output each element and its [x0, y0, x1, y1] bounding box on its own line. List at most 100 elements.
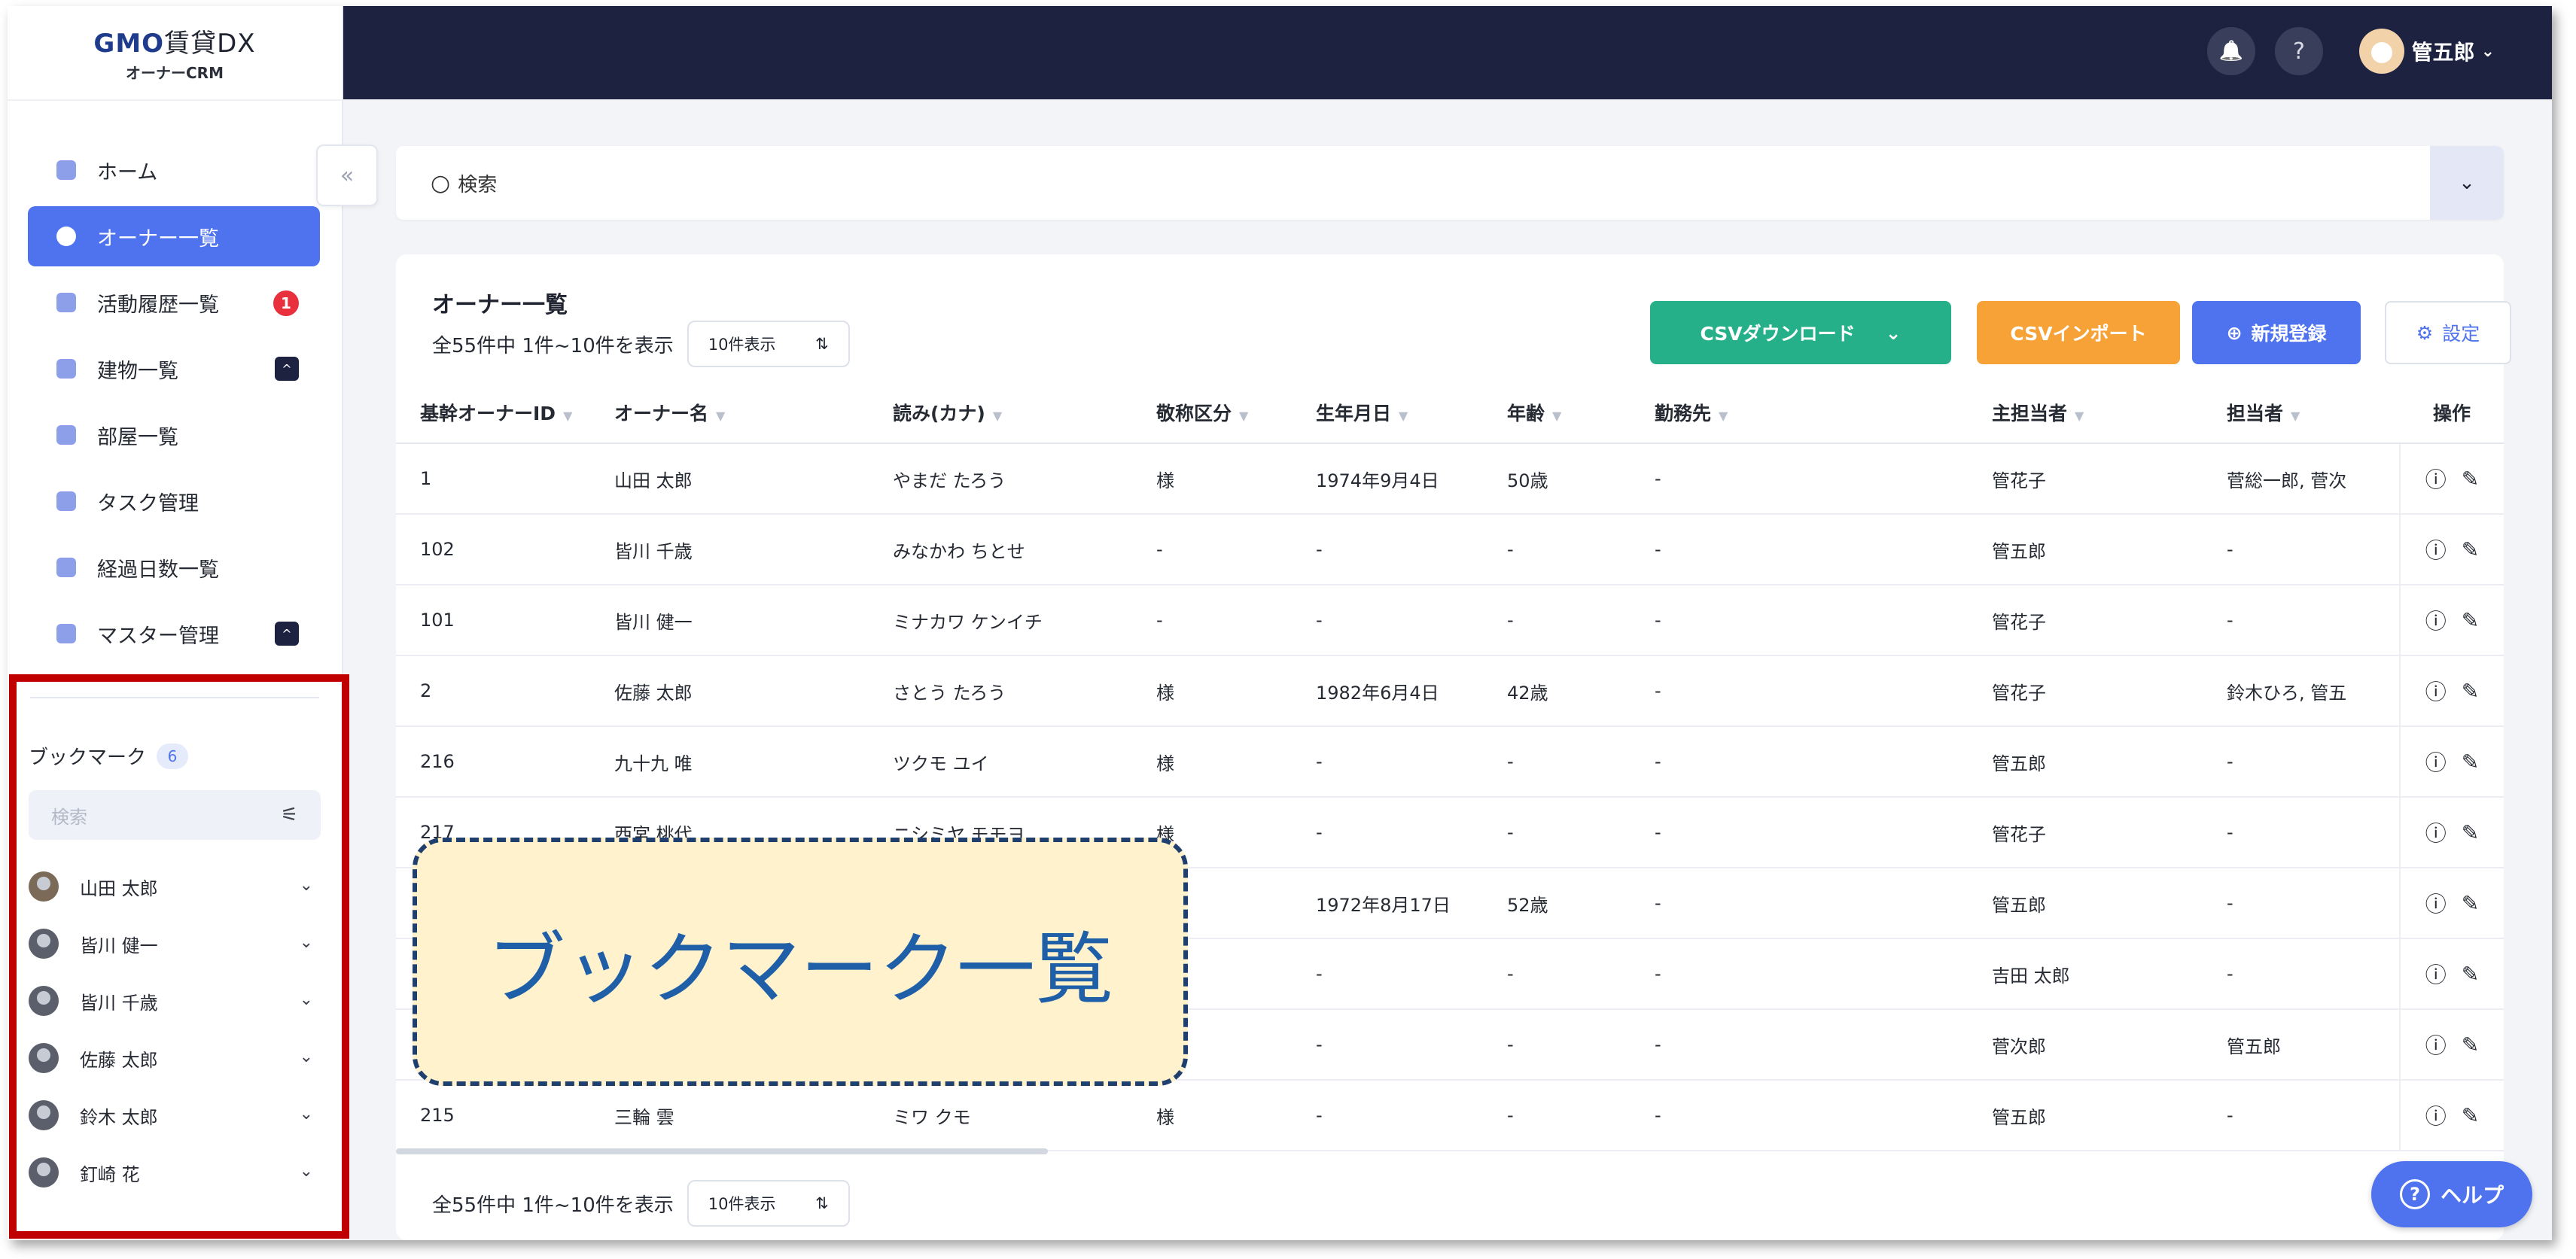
column-header[interactable]: 担当者 ▼ — [2227, 382, 2400, 444]
bookmark-list-callout: ブックマーク一覧 — [413, 838, 1188, 1086]
sort-icon: ▼ — [563, 409, 573, 423]
app-logo[interactable]: GMO賃貸DX オーナーCRM — [8, 6, 342, 101]
bell-button[interactable]: 🔔 — [2207, 27, 2255, 75]
edit-icon[interactable]: ✎ — [2462, 679, 2479, 704]
settings-button[interactable]: ⚙ 設定 — [2385, 301, 2511, 364]
table-cell: 様 — [1156, 1080, 1316, 1151]
sidebar-item-home[interactable]: ホーム — [28, 140, 320, 200]
table-row[interactable]: 2 佐藤 太郎 さとう たろう様 1982年6月4日 42歳 - 管花子 鈴木ひろ, 管五 ⓘ ✎ — [396, 655, 2504, 727]
edit-icon[interactable]: ✎ — [2462, 820, 2479, 845]
chevron-up-icon[interactable]: ^ — [275, 357, 299, 381]
avatar — [2358, 29, 2404, 74]
result-count-text: 全55件中 1件~10件を表示 — [432, 1194, 674, 1217]
result-count-bottom: 全55件中 1件~10件を表示 10件表示 ⇅ — [432, 1180, 850, 1227]
chevron-down-icon: ⌄ — [1885, 321, 1902, 344]
table-row[interactable]: 101 皆川 健一 ミナカワ ケンイチ - - - - 管花子 - ⓘ ✎ — [396, 585, 2504, 656]
document-icon — [56, 293, 76, 312]
column-header[interactable]: 主担当者 ▼ — [1992, 382, 2227, 444]
sidebar-item-activity-history[interactable]: 活動履歴一覧 1 — [28, 272, 320, 333]
top-header: 🔔 ? 管五郎 ⌄ — [343, 6, 2552, 99]
gear-icon: ⚙ — [2416, 321, 2434, 344]
info-icon[interactable]: ⓘ — [2425, 676, 2447, 706]
new-register-label: 新規登録 — [2251, 323, 2327, 345]
edit-icon[interactable]: ✎ — [2462, 608, 2479, 633]
row-actions: ⓘ ✎ — [2399, 443, 2504, 515]
table-cell: ミナカワ ケンイチ — [893, 585, 1156, 656]
sidebar-item-owners[interactable]: オーナー一覧 — [28, 206, 320, 266]
info-icon[interactable]: ⓘ — [2425, 959, 2447, 989]
table-cell: 鈴木ひろ, 管五 — [2227, 655, 2400, 727]
sidebar-item-buildings[interactable]: 建物一覧 ^ — [28, 339, 320, 399]
table-cell: - — [2227, 585, 2400, 656]
edit-icon[interactable]: ✎ — [2462, 750, 2479, 774]
table-cell: 管五郎 — [1992, 1080, 2227, 1151]
table-cell: 三輪 雲 — [614, 1080, 893, 1151]
table-cell: 九十九 唯 — [614, 726, 893, 798]
new-register-button[interactable]: ⊕ 新規登録 — [2192, 301, 2361, 364]
help-button[interactable]: ? — [2275, 27, 2323, 75]
table-row[interactable]: 216 九十九 唯ツクモ ユイ様 - - - 管五郎 - ⓘ ✎ — [396, 726, 2504, 798]
edit-icon[interactable]: ✎ — [2462, 1103, 2479, 1128]
csv-download-button[interactable]: CSVダウンロード ⌄ — [1650, 301, 1951, 364]
search-expand-button[interactable]: ⌄ — [2430, 146, 2504, 220]
info-icon[interactable]: ⓘ — [2425, 534, 2447, 564]
row-actions: ⓘ ✎ — [2399, 514, 2504, 585]
sidebar-item-tasks[interactable]: タスク管理 — [28, 471, 320, 531]
search-bar[interactable]: ○ 検索 ⌄ — [396, 146, 2504, 220]
column-header[interactable]: 年齢 ▼ — [1507, 382, 1655, 444]
info-icon[interactable]: ⓘ — [2425, 747, 2447, 777]
sidebar-item-master[interactable]: マスター管理 ^ — [28, 604, 320, 664]
horizontal-scrollbar[interactable] — [396, 1148, 1048, 1154]
chevron-up-icon[interactable]: ^ — [275, 622, 299, 646]
page-size-value: 10件表示 — [708, 336, 776, 354]
column-header[interactable]: 基幹オーナーID ▼ — [396, 382, 614, 444]
sidebar-item-label: マスター管理 — [97, 624, 219, 648]
table-cell: 管花子 — [1992, 585, 2227, 656]
edit-icon[interactable]: ✎ — [2462, 537, 2479, 562]
table-cell: 50歳 — [1507, 443, 1655, 515]
column-header[interactable]: 敬称区分 ▼ — [1156, 382, 1316, 444]
home-icon — [56, 160, 76, 180]
search-input[interactable]: 検索 — [458, 169, 497, 197]
csv-import-button[interactable]: CSVインポート — [1977, 301, 2180, 364]
column-header[interactable]: 生年月日 ▼ — [1316, 382, 1507, 444]
info-icon[interactable]: ⓘ — [2425, 1029, 2447, 1060]
logo-brand: GMO賃貸DX — [93, 29, 256, 59]
user-menu[interactable]: 管五郎 ⌄ — [2358, 29, 2495, 74]
table-cell: - — [1316, 585, 1507, 656]
sidebar-item-rooms[interactable]: 部屋一覧 — [28, 405, 320, 465]
column-header[interactable]: 勤務先 ▼ — [1655, 382, 1992, 444]
info-icon[interactable]: ⓘ — [2425, 1100, 2447, 1130]
info-icon[interactable]: ⓘ — [2425, 888, 2447, 918]
edit-icon[interactable]: ✎ — [2462, 962, 2479, 987]
sidebar-item-label: 経過日数一覧 — [97, 558, 219, 582]
help-button[interactable]: ? ヘルプ — [2371, 1161, 2532, 1227]
sidebar-collapse-button[interactable]: « — [316, 144, 378, 206]
table-cell: 102 — [396, 514, 614, 585]
table-row[interactable]: 102 皆川 千歳 みなかわ ちとせ - - - - 管五郎 - ⓘ ✎ — [396, 514, 2504, 585]
table-cell: 215 — [396, 1080, 614, 1151]
row-actions: ⓘ ✎ — [2399, 868, 2504, 939]
table-cell: - — [1507, 938, 1655, 1010]
edit-icon[interactable]: ✎ — [2462, 891, 2479, 916]
sort-icon: ▼ — [716, 409, 726, 423]
column-header[interactable]: 読み(カナ) ▼ — [893, 382, 1156, 444]
table-row[interactable]: 1 山田 太郎 やまだ たろう様 1974年9月4日 50歳 - 管花子 菅総一郎, 菅次 ⓘ ✎ — [396, 443, 2504, 515]
edit-icon[interactable]: ✎ — [2462, 1032, 2479, 1057]
table-cell: 佐藤 太郎 — [614, 655, 893, 727]
info-icon[interactable]: ⓘ — [2425, 605, 2447, 635]
table-cell: - — [1507, 797, 1655, 868]
table-cell: - — [1655, 1080, 1992, 1151]
sort-icon: ▼ — [1552, 409, 1562, 423]
table-cell: - — [1655, 938, 1992, 1010]
column-header[interactable]: オーナー名 ▼ — [614, 382, 893, 444]
page-size-select[interactable]: 10件表示 ⇅ — [687, 1180, 850, 1227]
table-row[interactable]: 215 三輪 雲ミワ クモ様 - - - 管五郎 - ⓘ ✎ — [396, 1080, 2504, 1151]
sidebar-item-elapsed-days[interactable]: 経過日数一覧 — [28, 537, 320, 598]
info-icon[interactable]: ⓘ — [2425, 464, 2447, 494]
table-cell: 管花子 — [1992, 797, 2227, 868]
info-icon[interactable]: ⓘ — [2425, 817, 2447, 847]
edit-icon[interactable]: ✎ — [2462, 467, 2479, 491]
page-size-select[interactable]: 10件表示 ⇅ — [687, 321, 850, 367]
sort-icon: ▼ — [2075, 409, 2084, 423]
